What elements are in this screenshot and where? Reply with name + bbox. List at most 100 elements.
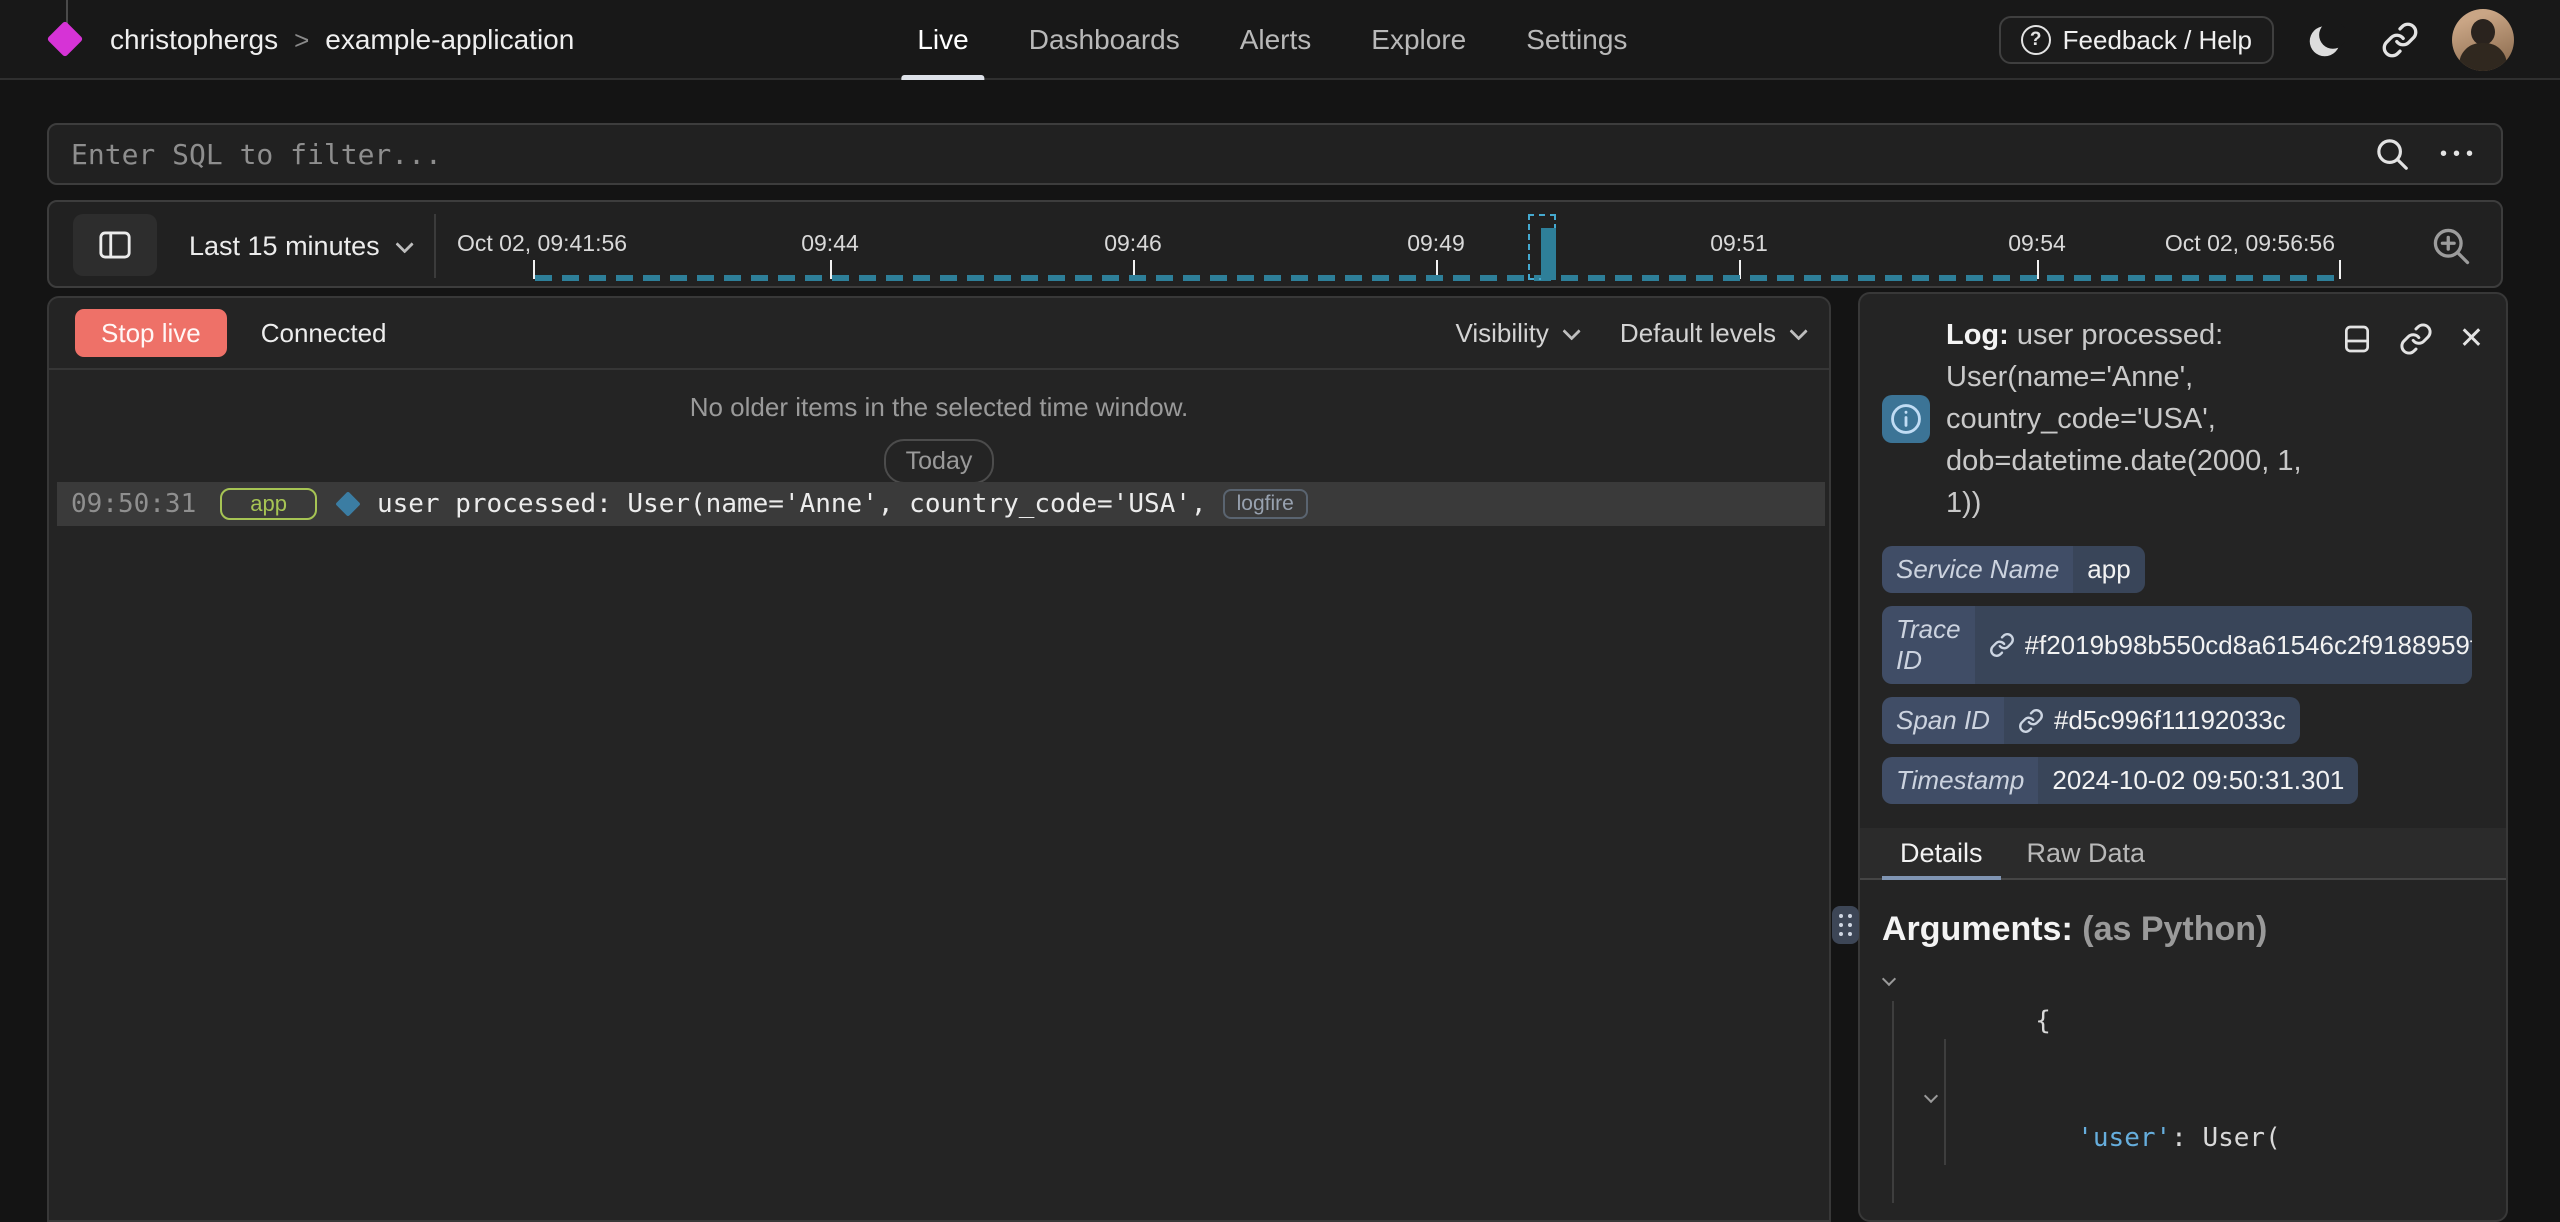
breadcrumb-project[interactable]: example-application	[325, 24, 574, 56]
timeline-tick-label: 09:51	[1710, 230, 1768, 257]
chevron-down-icon	[395, 235, 413, 253]
service-name-value: app	[2087, 554, 2130, 585]
arguments-heading: Arguments: (as Python)	[1882, 910, 2484, 949]
share-link-icon[interactable]	[2378, 18, 2422, 62]
avatar-silhouette	[2471, 19, 2495, 45]
log-level-diamond-icon	[335, 491, 360, 516]
code-token: :	[2171, 1123, 2202, 1153]
breadcrumb-org[interactable]: christophergs	[110, 24, 278, 56]
span-id-pill[interactable]: Span ID #d5c996f11192033c	[1882, 697, 2300, 744]
empty-state: No older items in the selected time wind…	[49, 370, 1829, 484]
tab-dashboards[interactable]: Dashboards	[1003, 0, 1206, 80]
span-id-value: #d5c996f11192033c	[2054, 705, 2286, 736]
code-line: name='Anne',	[1882, 1197, 2484, 1222]
detail-title-kind: Log:	[1946, 319, 2009, 351]
service-badge[interactable]: app	[220, 488, 317, 520]
link-icon	[1989, 632, 2015, 658]
sql-filter-bar: •••	[47, 123, 2503, 185]
tab-live[interactable]: Live	[891, 0, 994, 80]
trace-id-pill[interactable]: Trace ID #f2019b98b550cd8a61546c2f918895…	[1882, 606, 2472, 684]
timeline-tick-label: 09:49	[1407, 230, 1465, 257]
question-circle-icon: ?	[2021, 25, 2051, 55]
connection-status: Connected	[261, 318, 387, 349]
feedback-help-button[interactable]: ? Feedback / Help	[1999, 16, 2274, 64]
copy-link-icon[interactable]	[2399, 322, 2433, 356]
live-view-panel: Stop live Connected Visibility Default l…	[47, 296, 1831, 1222]
nav-tabs: Live Dashboards Alerts Explore Settings	[891, 0, 1653, 80]
trace-id-value: #f2019b98b550cd8a61546c2f9188959f	[2025, 630, 2472, 661]
timeline-panel: Last 15 minutes Oct 02, 09:41:56 09:44 0…	[47, 200, 2503, 288]
timeline-tick	[2339, 260, 2341, 279]
tab-settings[interactable]: Settings	[1500, 0, 1653, 80]
collapse-chevron-icon[interactable]	[1882, 972, 1896, 986]
chevron-down-icon	[1789, 322, 1807, 340]
code-line: {	[1882, 963, 2484, 1080]
search-icon[interactable]	[2370, 132, 2414, 176]
app-window: christophergs > example-application Live…	[0, 0, 2560, 1222]
trace-id-label: Trace ID	[1882, 606, 1975, 684]
tab-alerts[interactable]: Alerts	[1214, 0, 1338, 80]
panel-resize-handle[interactable]	[1832, 906, 1859, 944]
info-level-icon	[1882, 395, 1930, 443]
live-controls-row: Stop live Connected Visibility Default l…	[49, 298, 1829, 370]
today-button[interactable]: Today	[884, 439, 995, 484]
zoom-in-icon[interactable]	[2429, 224, 2473, 268]
sql-filter-input[interactable]	[71, 138, 2370, 171]
split-panel-icon[interactable]	[2341, 323, 2373, 355]
tab-raw-data[interactable]: Raw Data	[2009, 828, 2164, 878]
collapse-chevron-icon[interactable]	[1924, 1089, 1938, 1103]
timeline-tick-label: 09:44	[801, 230, 859, 257]
timeline-tick-label: 09:54	[2008, 230, 2066, 257]
logo-diamond-icon	[47, 21, 84, 58]
detail-header: Log: user processed: User(name='Anne', c…	[1882, 314, 2484, 524]
code-token: User(	[2202, 1123, 2280, 1153]
timestamp-pill[interactable]: Timestamp 2024-10-02 09:50:31.301	[1882, 757, 2358, 804]
timestamp-value: 2024-10-02 09:50:31.301	[2052, 765, 2344, 796]
chevron-down-icon	[1562, 322, 1580, 340]
arguments-code-block: { 'user': User( name='Anne', country_cod…	[1882, 963, 2484, 1222]
arguments-title: Arguments:	[1882, 910, 2073, 948]
span-id-label: Span ID	[1882, 697, 2004, 744]
breadcrumb-separator: >	[294, 25, 309, 56]
default-levels-label: Default levels	[1620, 318, 1776, 349]
time-range-dropdown[interactable]: Last 15 minutes	[189, 202, 409, 290]
code-token: {	[2035, 1006, 2051, 1036]
breadcrumb: christophergs > example-application	[110, 24, 574, 56]
timeline-start-label: Oct 02, 09:41:56	[457, 230, 627, 257]
detail-title: Log: user processed: User(name='Anne', c…	[1946, 314, 2338, 524]
logfire-logo[interactable]	[50, 0, 84, 80]
visibility-dropdown[interactable]: Visibility	[1455, 318, 1575, 349]
service-name-pill[interactable]: Service Name app	[1882, 546, 2145, 593]
log-detail-panel: Log: user processed: User(name='Anne', c…	[1858, 292, 2508, 1222]
default-levels-dropdown[interactable]: Default levels	[1620, 318, 1803, 349]
timeline-end-label: Oct 02, 09:56:56	[2165, 230, 2335, 257]
link-icon	[2018, 708, 2044, 734]
more-options-icon[interactable]: •••	[2440, 143, 2479, 166]
stop-live-button[interactable]: Stop live	[75, 309, 227, 357]
visibility-label: Visibility	[1455, 318, 1548, 349]
tab-details[interactable]: Details	[1882, 828, 2001, 878]
sidebar-toggle-icon[interactable]	[73, 214, 157, 276]
service-name-label: Service Name	[1882, 546, 2073, 593]
timeline-divider	[434, 214, 436, 278]
detail-tabs: Details Raw Data	[1860, 828, 2506, 880]
timeline-tick-label: 09:46	[1104, 230, 1162, 257]
log-message: user processed: User(name='Anne', countr…	[377, 489, 1207, 519]
avatar-silhouette-body	[2459, 43, 2507, 71]
code-line: 'user': User(	[1882, 1080, 2484, 1197]
arguments-subtitle: (as Python)	[2073, 910, 2268, 948]
logfire-tag-badge[interactable]: logfire	[1223, 489, 1308, 519]
theme-toggle-moon-icon[interactable]	[2304, 18, 2348, 62]
timeline-activity-track[interactable]	[535, 275, 2339, 281]
feedback-help-label: Feedback / Help	[2063, 25, 2252, 56]
attribute-pills: Service Name app Trace ID #f2019b98b550c…	[1882, 546, 2484, 804]
top-nav: christophergs > example-application Live…	[0, 0, 2560, 80]
tab-explore[interactable]: Explore	[1345, 0, 1492, 80]
code-token: 'user'	[2077, 1123, 2171, 1153]
timeline-histogram-bar[interactable]	[1541, 228, 1556, 280]
empty-state-message: No older items in the selected time wind…	[49, 392, 1829, 423]
close-icon[interactable]: ✕	[2459, 324, 2484, 354]
log-row[interactable]: 09:50:31 app user processed: User(name='…	[57, 482, 1825, 526]
time-range-label: Last 15 minutes	[189, 231, 380, 262]
user-avatar[interactable]	[2452, 9, 2514, 71]
